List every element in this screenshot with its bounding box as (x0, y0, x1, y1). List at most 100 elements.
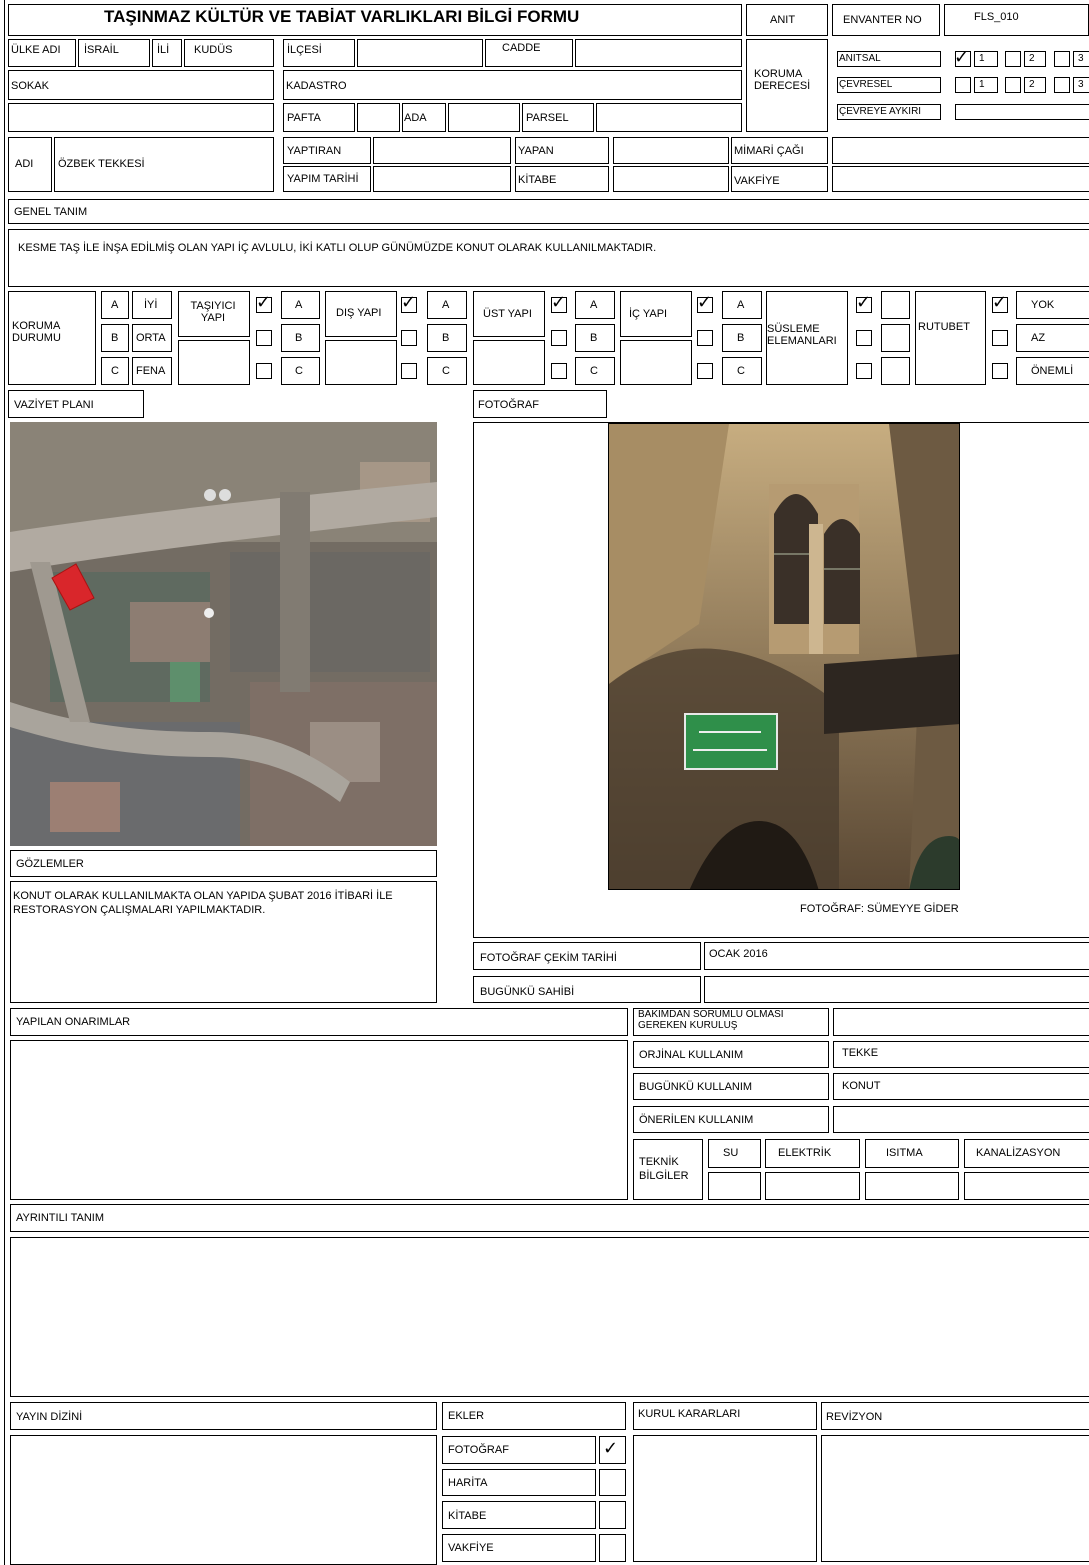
mimari-cagi-value-box[interactable] (832, 137, 1089, 164)
az-box (1016, 324, 1089, 352)
ekler-label: EKLER (448, 1410, 485, 1422)
orijinal-value: TEKKE (842, 1047, 879, 1059)
orijinal-label: ORJİNAL KULLANIM (639, 1049, 744, 1061)
vakfiye-label: VAKFİYE (734, 175, 780, 187)
elektrik-value[interactable] (765, 1172, 860, 1200)
az-label: AZ (1031, 332, 1046, 344)
dis-c-checkbox[interactable] (401, 363, 417, 379)
ust-b-checkbox[interactable] (551, 330, 567, 346)
yapim-tarihi-value-box[interactable] (373, 166, 511, 192)
tasiyici-label: TAŞIYICI YAPI (190, 300, 236, 324)
ek-kitabe-checkbox[interactable] (599, 1501, 626, 1529)
anitsal-3-checkbox[interactable] (1054, 51, 1070, 67)
dis-c: C (442, 365, 450, 377)
il-value: KUDÜS (194, 44, 233, 56)
kurul-body[interactable] (633, 1435, 817, 1562)
tasiyici-a-check-icon: ✓ (256, 292, 272, 313)
bugunku-sahibi-value-box[interactable] (704, 976, 1089, 1003)
ic-c-checkbox[interactable] (697, 363, 713, 379)
susleme-c-box (881, 357, 910, 385)
parsel-value-box[interactable] (596, 103, 742, 132)
ada-value-box[interactable] (448, 103, 520, 132)
elektrik-label: ELEKTRİK (778, 1147, 832, 1159)
building-photo (608, 423, 960, 890)
ic-b-checkbox[interactable] (697, 330, 713, 346)
dis-a-check-icon: ✓ (401, 292, 417, 313)
ek-vakfiye-checkbox[interactable] (599, 1534, 626, 1562)
tasiyici-c: C (295, 365, 303, 377)
kitabe-value-box[interactable] (613, 166, 729, 192)
bakim-line1: BAKIMDAN SORUMLU OLMASI (638, 1009, 784, 1020)
anit-label: ANIT (770, 14, 796, 26)
blank-row-box (8, 103, 274, 132)
envanter-value: FLS_010 (974, 11, 1019, 23)
cevreye-aykiri-value-box[interactable] (955, 104, 1089, 120)
bugunku-label: BUGÜNKÜ KULLANIM (639, 1081, 753, 1093)
susleme-a-check-icon: ✓ (856, 292, 872, 313)
mimari-cagi-label: MİMARİ ÇAĞI (734, 145, 804, 157)
sokak-label: SOKAK (11, 80, 49, 92)
envanter-label: ENVANTER NO (843, 14, 922, 26)
grade-c: C (111, 365, 119, 377)
bakim-value-box[interactable] (833, 1008, 1089, 1036)
tasiyici-blank-box[interactable] (178, 340, 250, 385)
ayrintili-body[interactable] (10, 1237, 1089, 1397)
kanalizasyon-label: KANALİZASYON (976, 1147, 1061, 1159)
yayin-body[interactable] (10, 1435, 437, 1565)
susleme-label: SÜSLEME ELEMANLARI (767, 323, 837, 347)
yaptiran-value-box[interactable] (373, 137, 511, 164)
tasiyici-b-checkbox[interactable] (256, 330, 272, 346)
ust-a: A (590, 299, 598, 311)
dis-blank-box[interactable] (325, 340, 397, 385)
ust-blank-box[interactable] (473, 340, 545, 385)
genel-tanim-body[interactable] (8, 229, 1089, 287)
ust-c-checkbox[interactable] (551, 363, 567, 379)
genel-tanim-label: GENEL TANIM (14, 206, 88, 218)
cevresel-3-checkbox[interactable] (1054, 77, 1070, 93)
cadde-value-box[interactable] (575, 39, 742, 67)
cevresel-1-num-box (974, 77, 998, 93)
anitsal-1-check-icon: ✓ (954, 47, 970, 68)
ulke-value: İSRAİL (84, 44, 119, 56)
yok-label: YOK (1031, 299, 1055, 311)
ilce-value-box[interactable] (357, 39, 483, 67)
tasiyici-c-checkbox[interactable] (256, 363, 272, 379)
yayin-label: YAYIN DİZİNİ (16, 1411, 83, 1423)
yapan-value-box[interactable] (613, 137, 729, 164)
orta-label: ORTA (136, 332, 166, 344)
kanalizasyon-value[interactable] (964, 1172, 1089, 1200)
dis-a: A (442, 299, 450, 311)
vakfiye-value-box[interactable] (832, 166, 1089, 192)
bakim-line2: GEREKEN KURULUŞ (638, 1020, 738, 1031)
ic-label: İÇ YAPI (629, 308, 668, 320)
rutubet-onemli-checkbox[interactable] (992, 363, 1008, 379)
kadastro-box[interactable] (283, 70, 742, 100)
rutubet-az-checkbox[interactable] (992, 330, 1008, 346)
ulke-label: ÜLKE ADI (11, 44, 61, 56)
susleme-b-checkbox[interactable] (856, 330, 872, 346)
ic-blank-box[interactable] (620, 340, 692, 385)
onerilen-value-box[interactable] (833, 1106, 1089, 1133)
ust-b: B (590, 332, 598, 344)
onarimlar-body[interactable] (10, 1040, 628, 1200)
su-value[interactable] (708, 1172, 761, 1200)
isitma-value[interactable] (865, 1172, 959, 1200)
cevresel-2-checkbox[interactable] (1005, 77, 1021, 93)
dis-b-checkbox[interactable] (401, 330, 417, 346)
teknik-label2: BİLGİLER (639, 1170, 689, 1182)
revizyon-body[interactable] (821, 1435, 1089, 1562)
cevresel-3-num: 3 (1078, 79, 1084, 90)
cevresel-1-checkbox[interactable] (955, 77, 971, 93)
bugunku-value: KONUT (842, 1080, 881, 1092)
ust-a-check-icon: ✓ (551, 292, 567, 313)
foto-cekim-value: OCAK 2016 (709, 948, 768, 960)
ek-harita-checkbox[interactable] (599, 1469, 626, 1496)
isitma-label: ISITMA (886, 1147, 923, 1159)
pafta-value-box[interactable] (357, 103, 400, 132)
susleme-c-checkbox[interactable] (856, 363, 872, 379)
adi-value: ÖZBEK TEKKESİ (58, 158, 145, 170)
anitsal-2-checkbox[interactable] (1005, 51, 1021, 67)
teknik-label1: TEKNİK (639, 1156, 679, 1168)
pafta-label: PAFTA (287, 112, 321, 124)
fena-label: FENA (136, 365, 166, 377)
